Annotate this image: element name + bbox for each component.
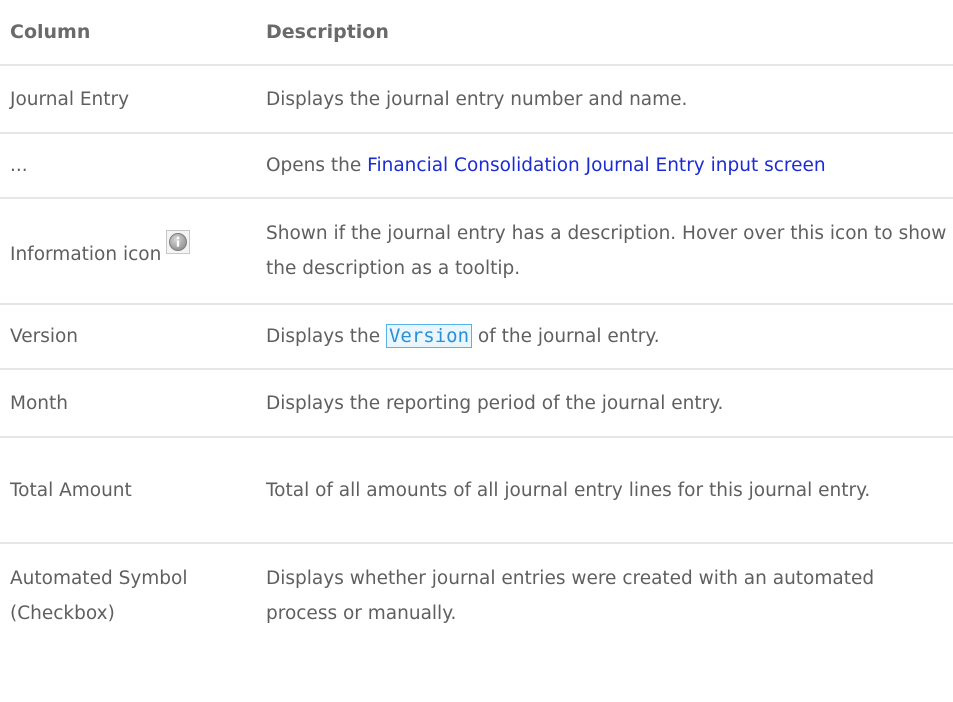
- table-row: Month Displays the reporting period of t…: [0, 368, 953, 437]
- row-description: Total of all amounts of all journal entr…: [256, 436, 953, 543]
- row-description: Displays the journal entry number and na…: [256, 64, 953, 133]
- description-text: of the journal entry.: [472, 326, 660, 347]
- table-row: Total Amount Total of all amounts of all…: [0, 436, 953, 543]
- row-description: Displays the Version of the journal entr…: [256, 303, 953, 369]
- row-column-name: Automated Symbol (Checkbox): [0, 542, 256, 648]
- table-row: Version Displays the Version of the jour…: [0, 303, 953, 369]
- info-icon-graphic: [169, 233, 188, 251]
- header-column: Column: [10, 21, 91, 43]
- column-description-table: Column Description Journal Entry Display…: [0, 0, 953, 648]
- row-description: Displays the reporting period of the jou…: [256, 368, 953, 437]
- row-description: Shown if the journal entry has a descrip…: [256, 197, 953, 304]
- table-row: ... Opens the Financial Consolidation Jo…: [0, 132, 953, 198]
- table-row: Information icon Shown if the journal en…: [0, 197, 953, 304]
- row-column-name: Information icon: [0, 197, 256, 304]
- row-column-name: Version: [0, 303, 256, 369]
- table-row: Automated Symbol (Checkbox) Displays whe…: [0, 542, 953, 648]
- information-icon-label: Information icon: [10, 244, 162, 265]
- row-description: Opens the Financial Consolidation Journa…: [256, 132, 953, 198]
- row-column-name: Total Amount: [0, 436, 256, 543]
- row-column-name: ...: [0, 132, 256, 198]
- header-description: Description: [266, 21, 389, 43]
- version-code: Version: [385, 324, 473, 348]
- table-row: Journal Entry Displays the journal entry…: [0, 64, 953, 133]
- info-icon: [166, 230, 191, 254]
- row-column-name: Journal Entry: [0, 64, 256, 133]
- description-text: Displays the: [266, 326, 386, 347]
- row-column-name: Month: [0, 368, 256, 437]
- journal-entry-input-screen-link[interactable]: Financial Consolidation Journal Entry in…: [367, 155, 825, 176]
- table-header-row: Column Description: [0, 0, 953, 65]
- description-text: Opens the: [266, 155, 368, 176]
- row-description: Displays whether journal entries were cr…: [256, 542, 953, 648]
